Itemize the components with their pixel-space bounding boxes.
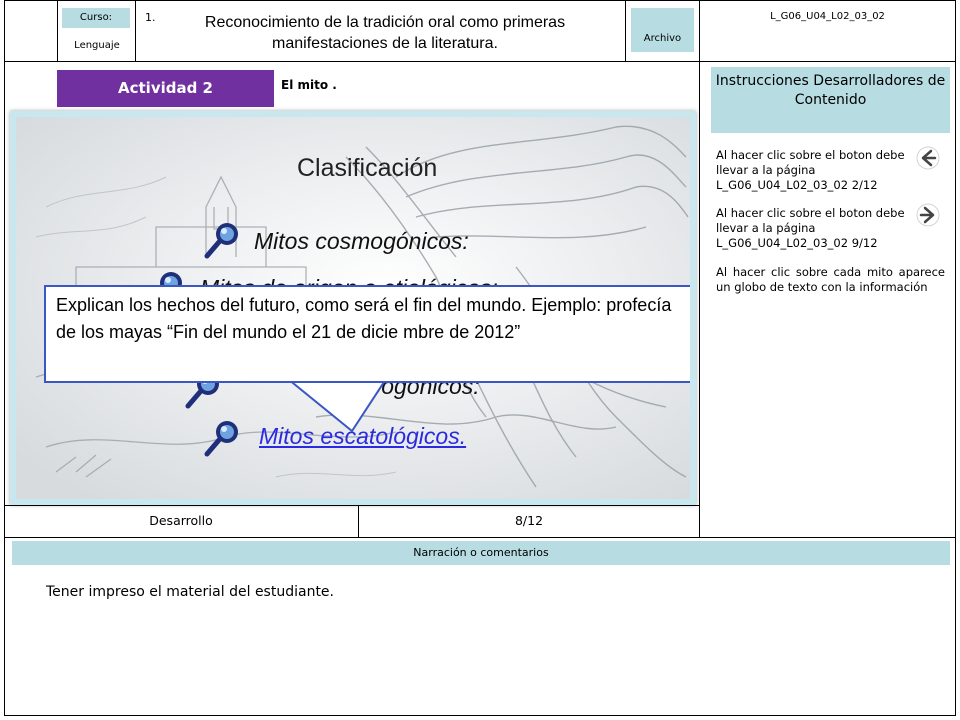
activity-label: Actividad 2 (118, 79, 213, 97)
activity-topic: El mito . (281, 78, 337, 92)
page-indicator: 8/12 (514, 513, 544, 528)
header-col-3 (625, 0, 626, 61)
header-col-2 (135, 0, 136, 61)
instructions-header: Instrucciones Desarrolladores de Conteni… (711, 67, 950, 133)
lesson-number: 1. (145, 11, 156, 24)
narration-top (4, 537, 956, 538)
instruction-2: Al hacer clic sobre el boton debe llevar… (716, 206, 905, 250)
pin-icon[interactable] (203, 220, 243, 260)
border-bottom (4, 715, 956, 716)
curso-label: Curso: (62, 8, 130, 28)
narration-text: Tener impreso el material del estudiante… (46, 584, 334, 600)
border-right (955, 0, 956, 716)
header-divider (4, 61, 956, 62)
lesson-code: L_G06_U04_L02_03_02 (770, 11, 885, 22)
slide-panel: Clasificación Mitos cosmogónicos: Mitos … (10, 111, 696, 505)
myth-cosmogonicos[interactable]: Mitos cosmogónicos: (254, 228, 469, 255)
narration-header: Narración o comentarios (12, 541, 950, 565)
instruction-3: Al hacer clic sobre cada mito aparece un… (716, 265, 945, 294)
curso-value: Lenguaje (74, 40, 120, 51)
border-left (4, 0, 5, 716)
arrow-left-icon[interactable] (916, 146, 940, 170)
pin-icon[interactable] (203, 418, 243, 458)
archivo-box (631, 8, 694, 52)
instruction-1: Al hacer clic sobre el boton debe llevar… (716, 148, 905, 192)
arrow-right-icon[interactable] (916, 203, 940, 227)
activity-badge: Actividad 2 (57, 70, 274, 107)
archivo-label: Archivo (643, 33, 682, 44)
border-top (4, 0, 956, 1)
myth-info-bubble: Explican los hechos del futuro, como ser… (44, 285, 690, 383)
page-title: Reconocimiento de la tradición oral como… (204, 14, 566, 52)
header-col-4 (699, 0, 700, 61)
header-col-1 (57, 0, 58, 61)
dev-row-top (4, 505, 700, 506)
slide-heading: Clasificación (297, 154, 438, 182)
main-col-divider (699, 61, 700, 537)
section-label: Desarrollo (149, 513, 213, 528)
bubble-tail (286, 379, 388, 433)
